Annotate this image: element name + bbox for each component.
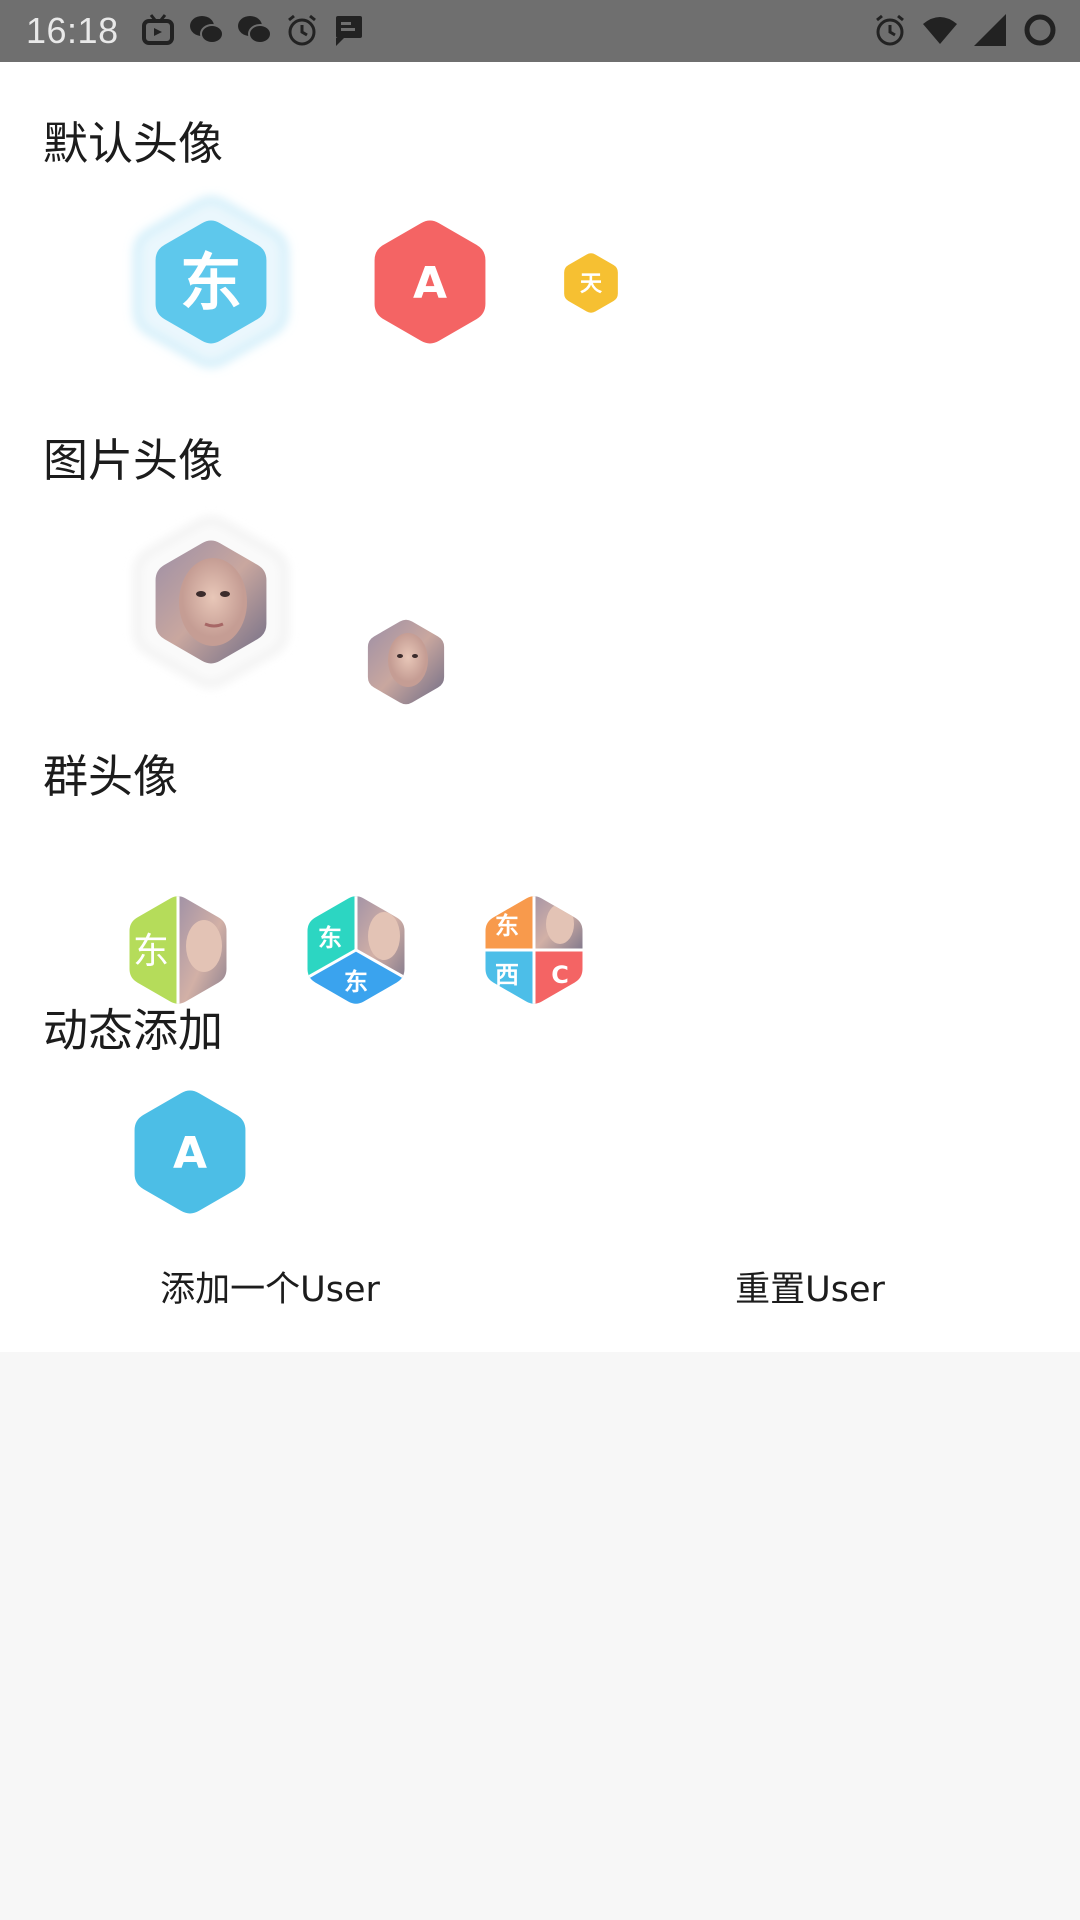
avatar-demo-panel: 默认头像 图片头像 群头像 动态添加 东 A 天 东 东 东 东 西 C A	[0, 62, 1080, 1352]
section-title-default-avatar: 默认头像	[43, 117, 224, 170]
add-user-button[interactable]: 添加一个User	[0, 1240, 540, 1340]
reset-user-button[interactable]: 重置User	[540, 1240, 1080, 1340]
default-avatar-medium-text: A	[413, 258, 447, 309]
photo-face-shape	[179, 558, 247, 646]
section-title-group-avatar: 群头像	[43, 750, 179, 803]
image-avatar-large[interactable]	[118, 502, 304, 702]
default-avatar-small[interactable]: 天	[560, 250, 622, 316]
bilibili-tv-icon	[142, 14, 174, 45]
group-three-member-text-2: 东	[344, 968, 368, 996]
default-avatar-small-text: 天	[580, 272, 603, 297]
default-avatar-medium[interactable]: A	[366, 212, 494, 352]
status-bar: 16:18	[0, 0, 1080, 62]
group-avatar-three[interactable]: 东 东	[300, 888, 412, 1012]
group-four-member-text-1: 东	[495, 912, 519, 940]
image-avatar-small[interactable]	[362, 614, 450, 710]
notification-icons	[140, 12, 368, 52]
alarm-icon	[876, 14, 904, 46]
dynamic-avatar[interactable]: A	[126, 1082, 254, 1222]
wechat-icon	[190, 16, 224, 44]
dynamic-avatar-text: A	[173, 1128, 207, 1179]
group-four-member-text-2: 西	[495, 961, 519, 989]
default-avatar-large-text: 东	[180, 246, 242, 319]
group-three-member-text-1: 东	[318, 924, 342, 952]
message-icon	[336, 16, 362, 46]
wechat-icon	[238, 16, 272, 44]
signal-icon	[974, 14, 1006, 46]
group-four-member-text-3: C	[551, 961, 569, 989]
alarm-icon	[288, 14, 316, 46]
system-icons	[872, 12, 1058, 52]
default-avatar-large[interactable]: 东	[118, 182, 304, 382]
loading-ring-icon	[1024, 14, 1056, 46]
group-avatar-two[interactable]: 东	[122, 888, 234, 1012]
status-time: 16:18	[26, 10, 119, 51]
group-two-member-text: 东	[133, 931, 169, 972]
section-title-image-avatar: 图片头像	[43, 434, 224, 487]
wifi-icon	[923, 17, 957, 44]
group-avatar-four[interactable]: 东 西 C	[478, 888, 590, 1012]
